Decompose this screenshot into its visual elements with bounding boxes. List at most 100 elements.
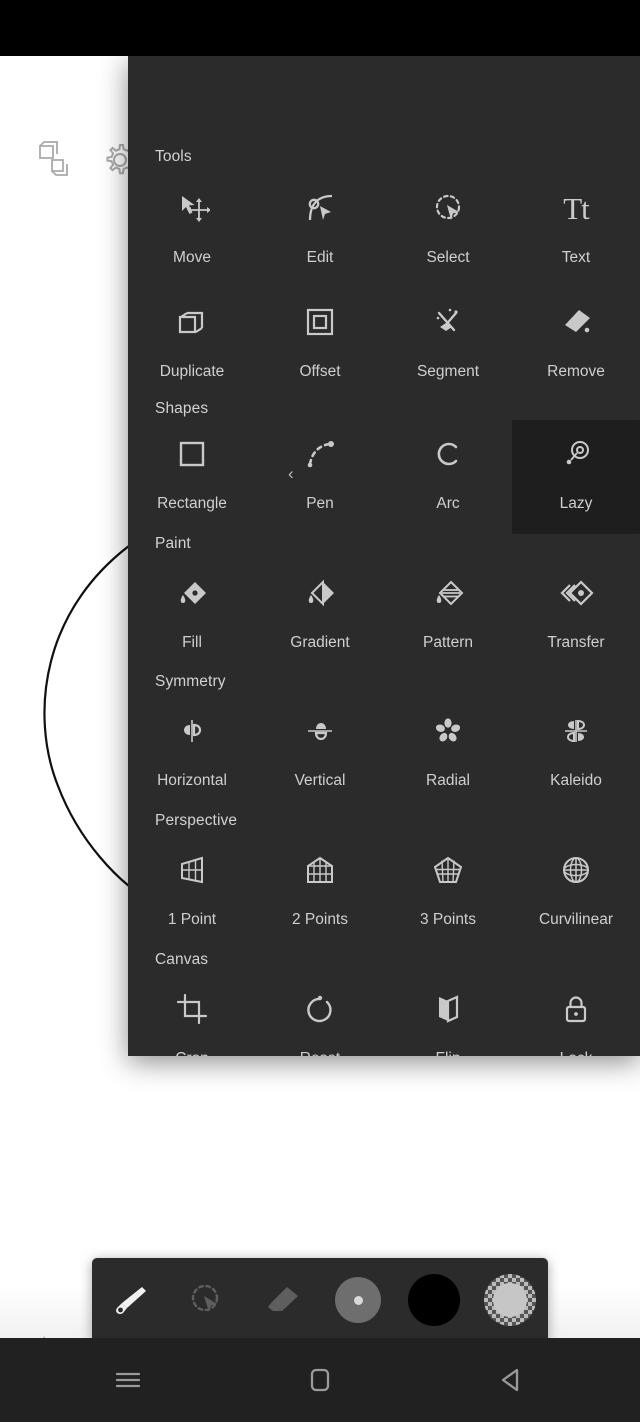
brush-toolbar[interactable]: [92, 1258, 548, 1342]
reset-icon: [300, 989, 340, 1029]
tool-offset[interactable]: Offset: [256, 288, 384, 402]
layers-icon[interactable]: [34, 140, 76, 180]
scroll-left-chevron-icon[interactable]: ‹: [288, 465, 294, 482]
tool-pattern[interactable]: Pattern: [384, 559, 512, 673]
brush-size-swatch: [335, 1277, 381, 1323]
tool-label: Segment: [416, 363, 480, 380]
offset-icon: [300, 302, 340, 342]
tool-transfer[interactable]: Transfer: [512, 559, 640, 673]
tool-label: Radial: [426, 772, 470, 789]
move-icon: [172, 188, 212, 228]
recents-button[interactable]: [98, 1350, 158, 1410]
tool-lazy[interactable]: Lazy: [512, 420, 640, 534]
tool-fill[interactable]: Fill: [128, 559, 256, 673]
tool-rectangle[interactable]: Rectangle: [128, 420, 256, 534]
opacity-button[interactable]: [482, 1272, 538, 1328]
section-title-paint: Paint: [155, 535, 191, 552]
tool-segment[interactable]: Segment: [384, 288, 512, 402]
select-lasso-icon: [191, 1284, 219, 1312]
tool-reset[interactable]: Reset: [256, 975, 384, 1056]
tool-label: Edit: [306, 249, 334, 266]
pattern-icon: [428, 573, 468, 613]
eraser-icon: [268, 1287, 298, 1311]
transfer-icon: [556, 573, 596, 613]
tools-grid-perspective: 1 Point 2 Points 3 Points Curvilinear: [128, 836, 640, 950]
pen-path-icon: [300, 434, 340, 474]
triangle-left-icon: [501, 1368, 519, 1392]
section-title-shapes: Shapes: [155, 400, 209, 417]
tool-duplicate[interactable]: Duplicate: [128, 288, 256, 402]
tool-1-point[interactable]: 1 Point: [128, 836, 256, 950]
tool-text[interactable]: Tt Text: [512, 174, 640, 288]
tool-kaleido[interactable]: Kaleido: [512, 697, 640, 811]
eraser-icon: [556, 302, 596, 342]
rounded-square-icon: [310, 1368, 330, 1392]
section-title-perspective: Perspective: [155, 812, 238, 829]
tool-label: Pattern: [423, 634, 473, 651]
eraser-tool-button[interactable]: [254, 1272, 310, 1328]
tool-move[interactable]: Move: [128, 174, 256, 288]
menu-lines-icon: [115, 1372, 141, 1388]
tool-label: Crop: [175, 1051, 209, 1056]
tool-lock[interactable]: Lock: [512, 975, 640, 1056]
tool-label: Vertical: [294, 772, 346, 789]
tool-2-points[interactable]: 2 Points: [256, 836, 384, 950]
android-nav-bar[interactable]: [0, 1338, 640, 1422]
tool-label: Remove: [547, 363, 605, 380]
phone-screen: Tools Move Edit Select Tt Text Duplicate…: [0, 0, 640, 1422]
edit-node-icon: [300, 188, 340, 228]
tool-vertical[interactable]: Vertical: [256, 697, 384, 811]
tool-label: Text: [561, 249, 591, 266]
tools-panel[interactable]: Tools Move Edit Select Tt Text Duplicate…: [128, 56, 640, 1056]
tool-arc[interactable]: Arc: [384, 420, 512, 534]
tool-label: Arc: [436, 495, 460, 512]
tool-pen[interactable]: Pen: [256, 420, 384, 534]
tool-label: 3 Points: [419, 911, 476, 928]
tools-grid-shapes: Rectangle Pen Arc Lazy: [128, 420, 640, 534]
tool-flip[interactable]: Flip: [384, 975, 512, 1056]
perspective-2-points-icon: [300, 850, 340, 890]
home-button[interactable]: [290, 1350, 350, 1410]
brush-size-button[interactable]: [330, 1272, 386, 1328]
tool-remove[interactable]: Remove: [512, 288, 640, 402]
tool-label: Curvilinear: [538, 911, 614, 928]
crop-icon: [172, 989, 212, 1029]
brush-icon: [116, 1287, 146, 1315]
tool-label: Kaleido: [550, 772, 602, 789]
tool-label: 2 Points: [291, 911, 348, 928]
tool-horizontal[interactable]: Horizontal: [128, 697, 256, 811]
tool-label: Lazy: [559, 495, 593, 512]
tool-label: Move: [173, 249, 211, 266]
lock-icon: [556, 989, 596, 1029]
tool-label: Select: [426, 249, 470, 266]
tool-curvilinear[interactable]: Curvilinear: [512, 836, 640, 950]
tool-label: Gradient: [290, 634, 350, 651]
text-icon: Tt: [563, 190, 590, 226]
color-button[interactable]: [406, 1272, 462, 1328]
tool-gradient[interactable]: Gradient: [256, 559, 384, 673]
tool-label: Flip: [436, 1051, 461, 1056]
symmetry-vertical-icon: [300, 711, 340, 751]
select-lasso-icon: [428, 188, 468, 228]
lazy-icon: [556, 434, 596, 474]
tool-select[interactable]: Select: [384, 174, 512, 288]
tool-crop[interactable]: Crop: [128, 975, 256, 1056]
tool-label: 1 Point: [167, 911, 217, 928]
tool-label: Offset: [299, 363, 341, 380]
brush-tool-button[interactable]: [102, 1272, 158, 1328]
tools-grid-symmetry: Horizontal Vertical Radial Kaleido: [128, 697, 640, 811]
gradient-icon: [300, 573, 340, 613]
tool-label: Horizontal: [157, 772, 227, 789]
perspective-curvilinear-icon: [556, 850, 596, 890]
tool-edit[interactable]: Edit: [256, 174, 384, 288]
tool-3-points[interactable]: 3 Points: [384, 836, 512, 950]
tool-label: Pen: [306, 495, 334, 512]
back-button[interactable]: [482, 1350, 542, 1410]
perspective-1-point-icon: [172, 850, 212, 890]
tools-grid-tools-row2: Duplicate Offset Segment Remove: [128, 288, 640, 402]
arc-icon: [428, 434, 468, 474]
select-tool-button[interactable]: [178, 1272, 234, 1328]
symmetry-radial-icon: [428, 711, 468, 751]
color-swatch: [408, 1274, 460, 1326]
tool-radial[interactable]: Radial: [384, 697, 512, 811]
